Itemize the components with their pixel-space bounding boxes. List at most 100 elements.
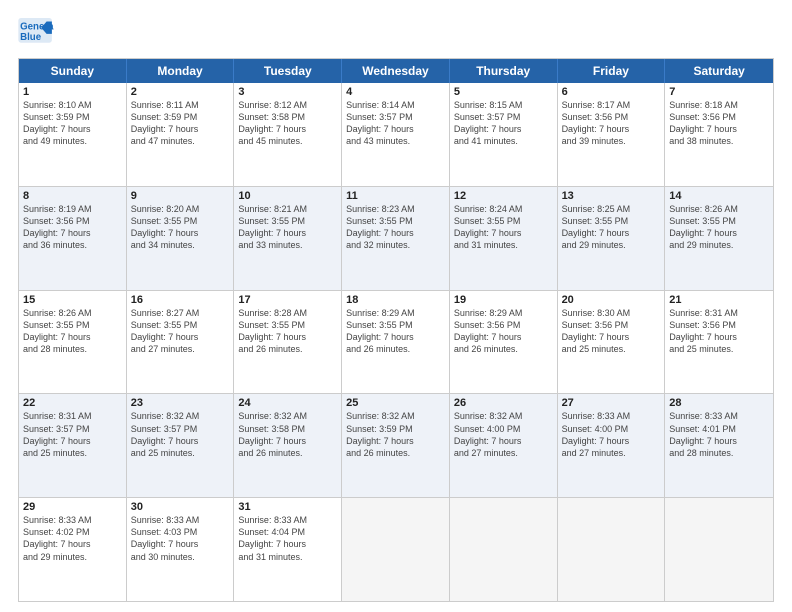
day-cell-12: 12Sunrise: 8:24 AMSunset: 3:55 PMDayligh… — [450, 187, 558, 290]
day-number: 21 — [669, 294, 769, 306]
cell-info-line: and 39 minutes. — [562, 135, 661, 147]
cell-info-line: Sunset: 4:04 PM — [238, 526, 337, 538]
day-cell-1: 1Sunrise: 8:10 AMSunset: 3:59 PMDaylight… — [19, 83, 127, 186]
cell-info-line: and 25 minutes. — [131, 447, 230, 459]
weekday-header-friday: Friday — [558, 59, 666, 83]
day-number: 25 — [346, 397, 445, 409]
cell-info-line: and 34 minutes. — [131, 239, 230, 251]
cell-info-line: Sunset: 3:56 PM — [669, 111, 769, 123]
cell-info-line: Sunrise: 8:18 AM — [669, 99, 769, 111]
cell-info-line: Sunset: 3:56 PM — [562, 111, 661, 123]
cell-info-line: Sunset: 3:55 PM — [562, 215, 661, 227]
cell-info-line: Daylight: 7 hours — [562, 331, 661, 343]
day-number: 19 — [454, 294, 553, 306]
cell-info-line: Sunrise: 8:32 AM — [454, 410, 553, 422]
day-number: 3 — [238, 86, 337, 98]
cell-info-line: Sunset: 4:02 PM — [23, 526, 122, 538]
day-number: 31 — [238, 501, 337, 513]
day-number: 11 — [346, 190, 445, 202]
day-cell-30: 30Sunrise: 8:33 AMSunset: 4:03 PMDayligh… — [127, 498, 235, 601]
day-number: 10 — [238, 190, 337, 202]
cell-info-line: Sunset: 3:55 PM — [346, 215, 445, 227]
day-number: 20 — [562, 294, 661, 306]
calendar-row: 8Sunrise: 8:19 AMSunset: 3:56 PMDaylight… — [19, 186, 773, 290]
cell-info-line: and 29 minutes. — [669, 239, 769, 251]
cell-info-line: Sunrise: 8:33 AM — [562, 410, 661, 422]
cell-info-line: and 26 minutes. — [346, 343, 445, 355]
day-number: 28 — [669, 397, 769, 409]
day-number: 15 — [23, 294, 122, 306]
cell-info-line: Daylight: 7 hours — [131, 538, 230, 550]
cell-info-line: Sunset: 3:57 PM — [23, 423, 122, 435]
day-number: 22 — [23, 397, 122, 409]
cell-info-line: Daylight: 7 hours — [23, 538, 122, 550]
cell-info-line: Sunrise: 8:26 AM — [669, 203, 769, 215]
cell-info-line: Sunrise: 8:33 AM — [23, 514, 122, 526]
day-number: 29 — [23, 501, 122, 513]
cell-info-line: Sunrise: 8:31 AM — [23, 410, 122, 422]
day-cell-26: 26Sunrise: 8:32 AMSunset: 4:00 PMDayligh… — [450, 394, 558, 497]
cell-info-line: and 38 minutes. — [669, 135, 769, 147]
cell-info-line: Daylight: 7 hours — [454, 227, 553, 239]
cell-info-line: Daylight: 7 hours — [131, 435, 230, 447]
cell-info-line: Sunset: 4:01 PM — [669, 423, 769, 435]
cell-info-line: Sunset: 3:58 PM — [238, 111, 337, 123]
weekday-header-wednesday: Wednesday — [342, 59, 450, 83]
cell-info-line: Daylight: 7 hours — [346, 227, 445, 239]
cell-info-line: Sunrise: 8:32 AM — [238, 410, 337, 422]
cell-info-line: and 36 minutes. — [23, 239, 122, 251]
cell-info-line: Sunrise: 8:11 AM — [131, 99, 230, 111]
cell-info-line: and 26 minutes. — [238, 343, 337, 355]
cell-info-line: Sunset: 3:55 PM — [131, 215, 230, 227]
cell-info-line: Sunset: 3:57 PM — [346, 111, 445, 123]
day-number: 16 — [131, 294, 230, 306]
cell-info-line: Sunrise: 8:33 AM — [131, 514, 230, 526]
day-cell-2: 2Sunrise: 8:11 AMSunset: 3:59 PMDaylight… — [127, 83, 235, 186]
cell-info-line: and 26 minutes. — [454, 343, 553, 355]
cell-info-line: Sunrise: 8:20 AM — [131, 203, 230, 215]
cell-info-line: Sunset: 3:56 PM — [669, 319, 769, 331]
day-number: 6 — [562, 86, 661, 98]
cell-info-line: Sunset: 3:58 PM — [238, 423, 337, 435]
cell-info-line: Sunset: 3:55 PM — [23, 319, 122, 331]
cell-info-line: and 27 minutes. — [562, 447, 661, 459]
day-number: 9 — [131, 190, 230, 202]
day-cell-25: 25Sunrise: 8:32 AMSunset: 3:59 PMDayligh… — [342, 394, 450, 497]
cell-info-line: Sunrise: 8:33 AM — [238, 514, 337, 526]
cell-info-line: and 25 minutes. — [669, 343, 769, 355]
cell-info-line: and 32 minutes. — [346, 239, 445, 251]
day-cell-15: 15Sunrise: 8:26 AMSunset: 3:55 PMDayligh… — [19, 291, 127, 394]
day-cell-7: 7Sunrise: 8:18 AMSunset: 3:56 PMDaylight… — [665, 83, 773, 186]
cell-info-line: Daylight: 7 hours — [346, 435, 445, 447]
day-number: 30 — [131, 501, 230, 513]
day-cell-18: 18Sunrise: 8:29 AMSunset: 3:55 PMDayligh… — [342, 291, 450, 394]
empty-cell — [558, 498, 666, 601]
cell-info-line: Daylight: 7 hours — [23, 435, 122, 447]
cell-info-line: Sunrise: 8:21 AM — [238, 203, 337, 215]
cell-info-line: and 29 minutes. — [23, 551, 122, 563]
cell-info-line: Sunset: 4:03 PM — [131, 526, 230, 538]
weekday-header-sunday: Sunday — [19, 59, 127, 83]
cell-info-line: Sunset: 3:56 PM — [562, 319, 661, 331]
cell-info-line: Daylight: 7 hours — [454, 331, 553, 343]
cell-info-line: Daylight: 7 hours — [131, 123, 230, 135]
cell-info-line: Sunset: 4:00 PM — [562, 423, 661, 435]
page: General Blue SundayMondayTuesdayWednesda… — [0, 0, 792, 612]
day-cell-21: 21Sunrise: 8:31 AMSunset: 3:56 PMDayligh… — [665, 291, 773, 394]
cell-info-line: Sunset: 3:59 PM — [23, 111, 122, 123]
cell-info-line: Daylight: 7 hours — [131, 331, 230, 343]
day-cell-24: 24Sunrise: 8:32 AMSunset: 3:58 PMDayligh… — [234, 394, 342, 497]
calendar-row: 15Sunrise: 8:26 AMSunset: 3:55 PMDayligh… — [19, 290, 773, 394]
day-cell-16: 16Sunrise: 8:27 AMSunset: 3:55 PMDayligh… — [127, 291, 235, 394]
cell-info-line: Sunrise: 8:33 AM — [669, 410, 769, 422]
empty-cell — [450, 498, 558, 601]
cell-info-line: Sunrise: 8:27 AM — [131, 307, 230, 319]
cell-info-line: Sunset: 3:59 PM — [131, 111, 230, 123]
day-cell-19: 19Sunrise: 8:29 AMSunset: 3:56 PMDayligh… — [450, 291, 558, 394]
day-number: 18 — [346, 294, 445, 306]
cell-info-line: Sunset: 3:55 PM — [131, 319, 230, 331]
day-cell-6: 6Sunrise: 8:17 AMSunset: 3:56 PMDaylight… — [558, 83, 666, 186]
cell-info-line: Daylight: 7 hours — [346, 123, 445, 135]
cell-info-line: Sunset: 4:00 PM — [454, 423, 553, 435]
cell-info-line: Sunset: 3:57 PM — [131, 423, 230, 435]
